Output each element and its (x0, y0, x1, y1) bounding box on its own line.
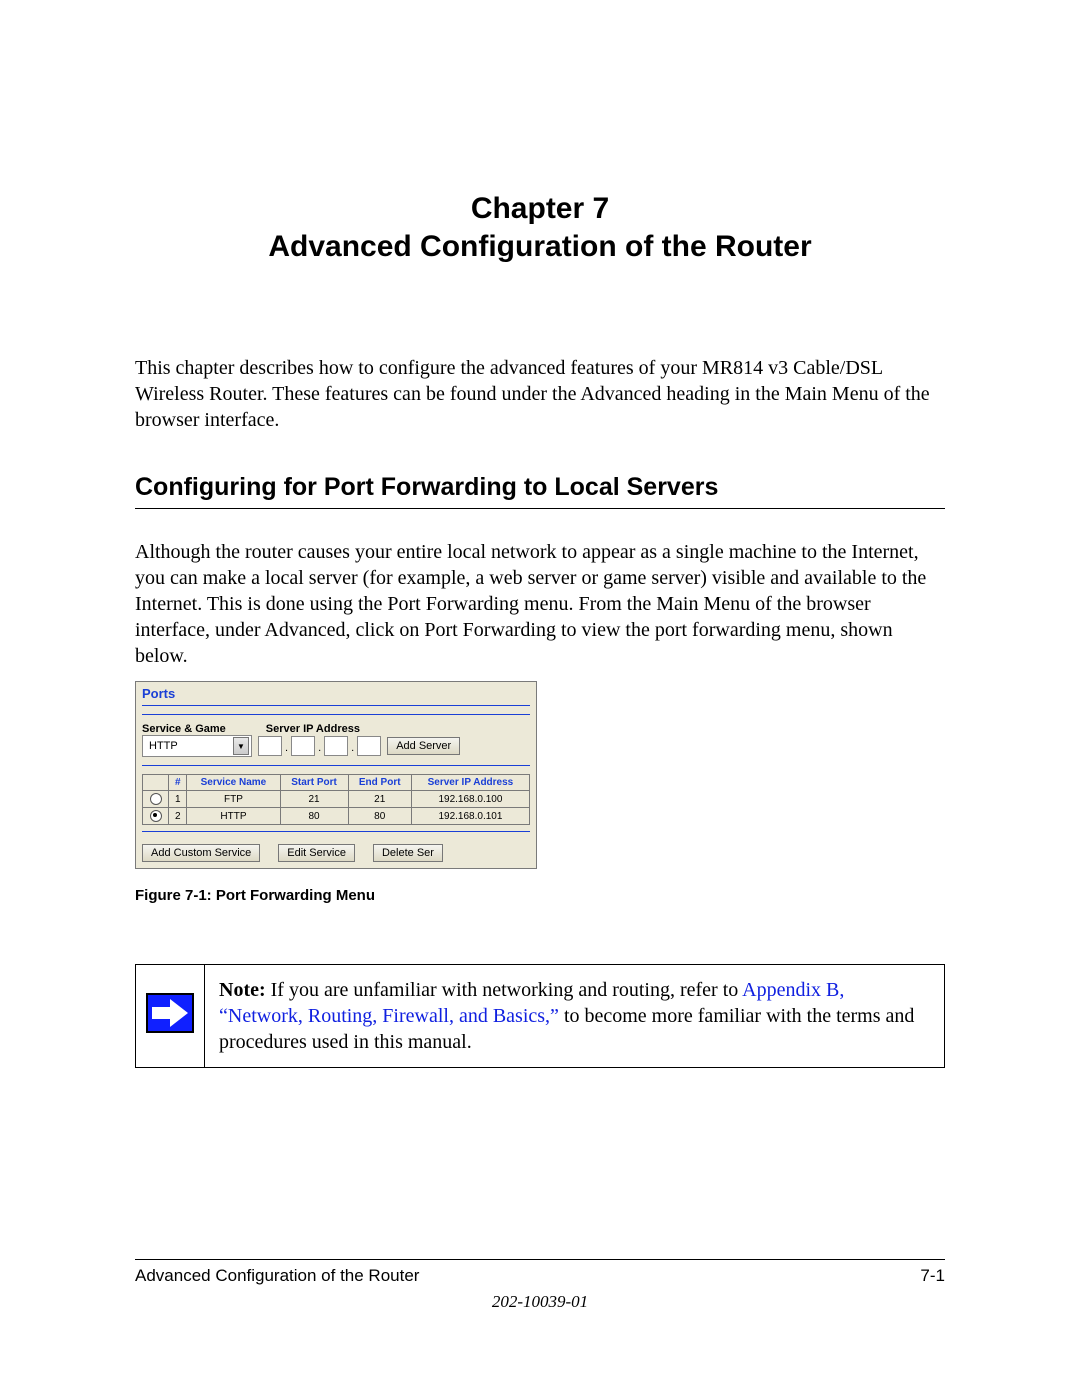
footer-row: Advanced Configuration of the Router 7-1 (135, 1266, 945, 1286)
panel-divider (142, 705, 530, 706)
note-box: Note: If you are unfamiliar with network… (135, 964, 945, 1068)
label-server-ip: Server IP Address (266, 723, 360, 735)
service-select[interactable]: HTTP ▼ (142, 735, 252, 757)
chevron-down-icon: ▼ (233, 737, 249, 755)
service-select-value: HTTP (149, 740, 178, 752)
note-text-cell: Note: If you are unfamiliar with network… (205, 965, 945, 1068)
note-text-1: If you are unfamiliar with networking an… (266, 979, 743, 1001)
panel-title: Ports (136, 682, 536, 703)
row-radio[interactable] (150, 793, 162, 805)
panel-divider-2 (142, 714, 530, 715)
page-footer: Advanced Configuration of the Router 7-1… (135, 1259, 945, 1312)
ip-octet-2[interactable] (291, 736, 315, 756)
cell-start: 21 (280, 791, 348, 808)
footer-docnum: 202-10039-01 (135, 1292, 945, 1312)
th-server-ip: Server IP Address (411, 775, 529, 791)
panel-divider-4 (142, 831, 530, 832)
cell-service: FTP (187, 791, 280, 808)
chapter-title: Advanced Configuration of the Router (135, 228, 945, 266)
add-custom-service-button[interactable]: Add Custom Service (142, 844, 260, 862)
edit-service-button[interactable]: Edit Service (278, 844, 355, 862)
th-radio (143, 775, 169, 791)
cell-end: 21 (348, 791, 411, 808)
cell-start: 80 (280, 808, 348, 825)
th-start-port: Start Port (280, 775, 348, 791)
th-num: # (169, 775, 187, 791)
field-labels: Service & Game Server IP Address (136, 723, 536, 735)
cell-end: 80 (348, 808, 411, 825)
footer-left: Advanced Configuration of the Router (135, 1266, 419, 1286)
port-forwarding-panel: Ports Service & Game Server IP Address H… (135, 681, 537, 869)
table-row[interactable]: 1 FTP 21 21 192.168.0.100 (143, 791, 530, 808)
delete-service-button[interactable]: Delete Ser (373, 844, 443, 862)
table-header-row: # Service Name Start Port End Port Serve… (143, 775, 530, 791)
th-service-name: Service Name (187, 775, 280, 791)
ip-octet-1[interactable] (258, 736, 282, 756)
panel-bottom-buttons: Add Custom Service Edit Service Delete S… (136, 840, 536, 868)
th-end-port: End Port (348, 775, 411, 791)
panel-divider-3 (142, 765, 530, 766)
section-heading: Configuring for Port Forwarding to Local… (135, 473, 945, 509)
figure-caption: Figure 7-1: Port Forwarding Menu (135, 887, 945, 904)
section-body: Although the router causes your entire l… (135, 539, 945, 669)
services-table: # Service Name Start Port End Port Serve… (142, 774, 530, 825)
cell-num: 2 (169, 808, 187, 825)
add-server-button[interactable]: Add Server (387, 737, 460, 755)
row-radio[interactable] (150, 810, 162, 822)
footer-divider (135, 1259, 945, 1260)
cell-num: 1 (169, 791, 187, 808)
ip-address-input[interactable]: . . . (258, 736, 381, 756)
chapter-number: Chapter 7 (135, 190, 945, 228)
document-page: Chapter 7 Advanced Configuration of the … (0, 0, 1080, 1397)
arrow-right-icon (146, 993, 194, 1033)
table-row[interactable]: 2 HTTP 80 80 192.168.0.101 (143, 808, 530, 825)
footer-page-number: 7-1 (920, 1266, 945, 1286)
cell-ip: 192.168.0.101 (411, 808, 529, 825)
ip-octet-4[interactable] (357, 736, 381, 756)
chapter-heading: Chapter 7 Advanced Configuration of the … (135, 190, 945, 265)
cell-ip: 192.168.0.100 (411, 791, 529, 808)
note-bold: Note: (219, 979, 266, 1001)
ip-octet-3[interactable] (324, 736, 348, 756)
note-icon-cell (136, 965, 205, 1068)
label-service-game: Service & Game (142, 723, 226, 735)
cell-service: HTTP (187, 808, 280, 825)
intro-paragraph: This chapter describes how to configure … (135, 355, 945, 433)
add-server-row: HTTP ▼ . . . Add Server (136, 735, 536, 763)
